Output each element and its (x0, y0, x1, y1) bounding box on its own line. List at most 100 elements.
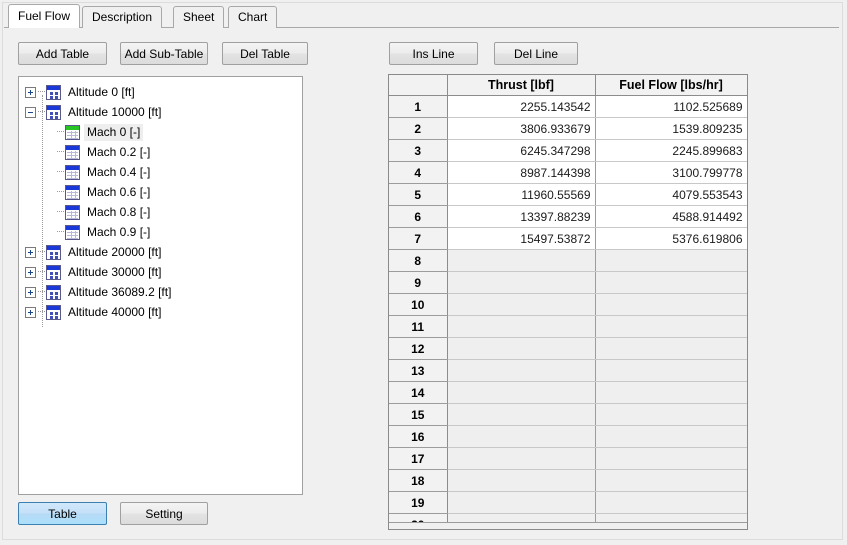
table-row[interactable]: 16 (389, 425, 747, 448)
row-header-cell[interactable]: 8 (389, 249, 448, 272)
expand-icon[interactable] (25, 306, 36, 318)
tab-fuel-flow[interactable]: Fuel Flow (8, 4, 81, 28)
cell-fuel-flow[interactable] (595, 491, 747, 514)
cell-fuel-flow[interactable] (595, 293, 747, 316)
tree-node[interactable]: Altitude 10000 [ft] (19, 102, 302, 122)
table-row[interactable]: 10 (389, 293, 747, 316)
ins-line-button[interactable]: Ins Line (389, 42, 478, 65)
table-row[interactable]: 12 (389, 337, 747, 360)
table-row[interactable]: 6 13397.88239 4588.914492 (389, 205, 747, 228)
table-row[interactable]: 4 8987.144398 3100.799778 (389, 161, 747, 184)
tab-sheet[interactable]: Sheet (173, 6, 225, 28)
cell-thrust[interactable]: 15497.53872 (447, 227, 596, 250)
cell-thrust[interactable] (447, 359, 596, 382)
add-sub-table-button[interactable]: Add Sub-Table (120, 42, 208, 65)
row-header-cell[interactable]: 10 (389, 293, 448, 316)
cell-thrust[interactable] (447, 491, 596, 514)
table-row[interactable]: 1 2255.143542 1102.525689 (389, 95, 747, 118)
cell-fuel-flow[interactable]: 4588.914492 (595, 205, 747, 228)
row-header-cell[interactable]: 2 (389, 117, 448, 140)
cell-fuel-flow[interactable] (595, 337, 747, 360)
cell-thrust[interactable]: 13397.88239 (447, 205, 596, 228)
cell-thrust[interactable]: 6245.347298 (447, 139, 596, 162)
row-header-cell[interactable]: 4 (389, 161, 448, 184)
row-header-cell[interactable]: 19 (389, 491, 448, 514)
cell-fuel-flow[interactable] (595, 249, 747, 272)
cell-thrust[interactable] (447, 271, 596, 294)
cell-fuel-flow[interactable] (595, 425, 747, 448)
row-header-cell[interactable]: 12 (389, 337, 448, 360)
column-header-fuel-flow[interactable]: Fuel Flow [lbs/hr] (595, 75, 747, 96)
cell-thrust[interactable] (447, 249, 596, 272)
tree-node[interactable]: Mach 0.2 [-] (19, 142, 302, 162)
row-header-cell[interactable]: 9 (389, 271, 448, 294)
cell-thrust[interactable]: 3806.933679 (447, 117, 596, 140)
table-row[interactable]: 9 (389, 271, 747, 294)
table-row[interactable]: 13 (389, 359, 747, 382)
tab-description[interactable]: Description (82, 6, 163, 28)
cell-fuel-flow[interactable] (595, 469, 747, 492)
cell-thrust[interactable] (447, 425, 596, 448)
table-row[interactable]: 8 (389, 249, 747, 272)
tab-chart[interactable]: Chart (228, 6, 278, 28)
table-row[interactable]: 11 (389, 315, 747, 338)
table-view-button[interactable]: Table (18, 502, 107, 525)
cell-thrust[interactable] (447, 293, 596, 316)
tree-node[interactable]: Mach 0 [-] (19, 122, 302, 142)
tree-node[interactable]: Altitude 36089.2 [ft] (19, 282, 302, 302)
table-row[interactable]: 19 (389, 491, 747, 514)
data-grid[interactable]: Thrust [lbf] Fuel Flow [lbs/hr] 1 2255.14… (388, 74, 748, 530)
table-row[interactable]: 3 6245.347298 2245.899683 (389, 139, 747, 162)
cell-thrust[interactable] (447, 337, 596, 360)
row-header-cell[interactable]: 7 (389, 227, 448, 250)
cell-fuel-flow[interactable]: 3100.799778 (595, 161, 747, 184)
cell-thrust[interactable]: 2255.143542 (447, 95, 596, 118)
setting-view-button[interactable]: Setting (120, 502, 208, 525)
row-header-cell[interactable]: 6 (389, 205, 448, 228)
cell-fuel-flow[interactable] (595, 315, 747, 338)
table-row[interactable]: 17 (389, 447, 747, 470)
tree-node[interactable]: Altitude 40000 [ft] (19, 302, 302, 322)
del-line-button[interactable]: Del Line (494, 42, 578, 65)
tree-node[interactable]: Mach 0.9 [-] (19, 222, 302, 242)
table-row[interactable]: 15 (389, 403, 747, 426)
table-row[interactable]: 18 (389, 469, 747, 492)
cell-fuel-flow[interactable]: 1102.525689 (595, 95, 747, 118)
cell-thrust[interactable]: 8987.144398 (447, 161, 596, 184)
cell-fuel-flow[interactable]: 4079.553543 (595, 183, 747, 206)
cell-thrust[interactable] (447, 315, 596, 338)
cell-thrust[interactable]: 11960.55569 (447, 183, 596, 206)
add-table-button[interactable]: Add Table (18, 42, 107, 65)
cell-thrust[interactable] (447, 381, 596, 404)
tree-node[interactable]: Altitude 30000 [ft] (19, 262, 302, 282)
table-tree-view[interactable]: Altitude 0 [ft] Altitude 10000 [ft] Mach 0… (18, 76, 303, 495)
tree-node[interactable]: Altitude 0 [ft] (19, 82, 302, 102)
table-row[interactable]: 2 3806.933679 1539.809235 (389, 117, 747, 140)
tree-node[interactable]: Mach 0.8 [-] (19, 202, 302, 222)
tree-node[interactable]: Mach 0.4 [-] (19, 162, 302, 182)
cell-fuel-flow[interactable] (595, 381, 747, 404)
table-row[interactable]: 5 11960.55569 4079.553543 (389, 183, 747, 206)
row-header-cell[interactable]: 1 (389, 95, 448, 118)
row-header-cell[interactable]: 5 (389, 183, 448, 206)
collapse-icon[interactable] (25, 106, 36, 118)
row-header-cell[interactable]: 3 (389, 139, 448, 162)
expand-icon[interactable] (25, 286, 36, 298)
tree-node[interactable]: Mach 0.6 [-] (19, 182, 302, 202)
corner-header-cell[interactable] (389, 75, 448, 96)
row-header-cell[interactable]: 13 (389, 359, 448, 382)
expand-icon[interactable] (25, 246, 36, 258)
cell-fuel-flow[interactable] (595, 359, 747, 382)
row-header-cell[interactable]: 14 (389, 381, 448, 404)
cell-fuel-flow[interactable] (595, 271, 747, 294)
del-table-button[interactable]: Del Table (222, 42, 308, 65)
cell-fuel-flow[interactable]: 5376.619806 (595, 227, 747, 250)
tree-node[interactable]: Altitude 20000 [ft] (19, 242, 302, 262)
row-header-cell[interactable]: 16 (389, 425, 448, 448)
cell-fuel-flow[interactable]: 2245.899683 (595, 139, 747, 162)
expand-icon[interactable] (25, 86, 36, 98)
row-header-cell[interactable]: 17 (389, 447, 448, 470)
expand-icon[interactable] (25, 266, 36, 278)
cell-fuel-flow[interactable] (595, 447, 747, 470)
cell-thrust[interactable] (447, 403, 596, 426)
